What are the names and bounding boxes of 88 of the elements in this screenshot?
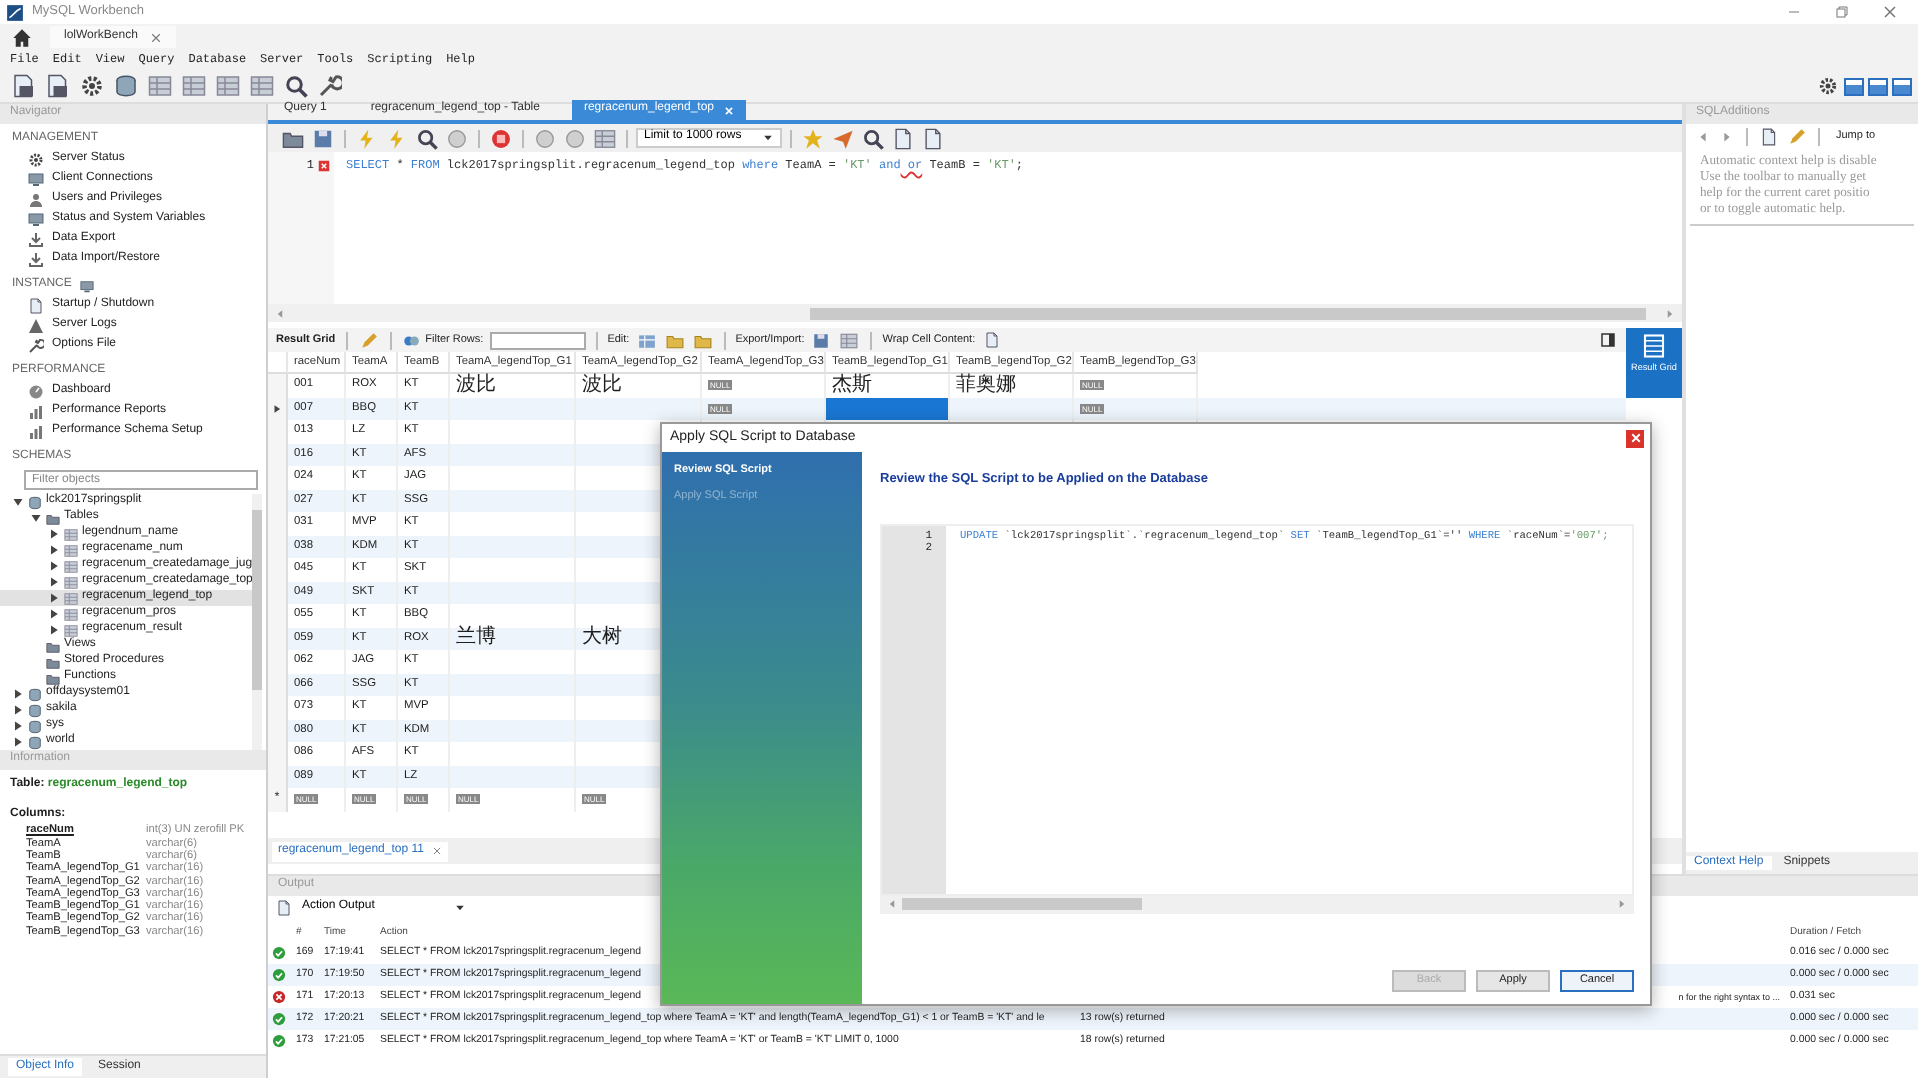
folder-icon — [46, 511, 60, 525]
document-icon — [1760, 127, 1778, 145]
caret-icon — [761, 132, 774, 144]
panel-toggle-button[interactable] — [1598, 330, 1618, 350]
person-icon — [28, 192, 44, 208]
table-icon — [148, 74, 172, 98]
back-arrow-icon — [886, 898, 898, 911]
table-cell: 大树 — [582, 626, 622, 651]
search-icon — [284, 74, 308, 98]
toolbar-button[interactable] — [44, 72, 72, 100]
close-icon — [1882, 4, 1898, 20]
close-icon — [431, 846, 442, 856]
star-icon — [801, 127, 824, 149]
toolbar-button[interactable] — [10, 72, 38, 100]
search-icon — [861, 127, 884, 149]
close-icon — [724, 105, 735, 115]
expand-arrow-icon — [272, 403, 282, 414]
table-cell: 兰博 — [456, 626, 496, 651]
table-icon — [594, 127, 616, 149]
close-icon — [1629, 432, 1641, 444]
monitor-icon — [79, 279, 94, 293]
toolbar-button[interactable] — [889, 125, 916, 151]
restore-icon — [1834, 4, 1850, 20]
warning-icon — [28, 318, 44, 334]
chart-icon — [28, 424, 44, 440]
toolbar-button[interactable] — [282, 72, 310, 100]
circle-icon — [534, 127, 556, 149]
filter-icon — [401, 331, 420, 349]
forward-arrow-icon — [1664, 307, 1676, 319]
table-icon — [216, 74, 240, 98]
table-icon — [840, 331, 859, 349]
table-cell: 杰斯 — [832, 373, 872, 398]
home-icon — [12, 27, 32, 47]
gear-icon — [28, 152, 44, 168]
panel-toggle-button[interactable] — [1844, 77, 1864, 95]
close-button[interactable] — [1626, 429, 1644, 447]
circle-icon — [446, 127, 468, 149]
table-cell: 菲奥娜 — [956, 373, 1016, 398]
close-icon — [149, 31, 162, 43]
circle-icon — [564, 127, 586, 149]
panel-toggle-button[interactable] — [1892, 77, 1912, 95]
document-icon — [276, 900, 292, 916]
download-icon — [28, 252, 44, 268]
wrench-icon — [28, 338, 44, 354]
database-icon — [114, 74, 138, 98]
back-arrow-icon — [274, 307, 286, 319]
toolbar-button[interactable] — [919, 125, 946, 151]
caret-icon — [454, 902, 467, 914]
grid-icon — [1642, 334, 1666, 358]
forward-arrow-icon — [1720, 129, 1734, 143]
filter-rows-field[interactable] — [489, 331, 586, 349]
app-logo-icon — [6, 3, 24, 21]
database-icon — [28, 495, 42, 509]
toolbar-button[interactable] — [488, 125, 514, 151]
toolbar-button[interactable] — [78, 72, 106, 100]
toolbar-button[interactable] — [1758, 125, 1780, 147]
toolbar-button[interactable] — [859, 125, 886, 151]
toolbar-button[interactable] — [810, 329, 833, 351]
download-icon — [28, 232, 44, 248]
stop-icon — [490, 127, 512, 149]
toolbar-button[interactable] — [414, 125, 440, 151]
close-button[interactable] — [1882, 4, 1898, 20]
forward-arrow-icon — [1616, 898, 1628, 911]
home-button[interactable] — [10, 25, 34, 49]
toolbar-button[interactable] — [112, 72, 140, 100]
monitor-icon — [28, 212, 44, 228]
panel-icon — [1600, 332, 1616, 348]
active-cell[interactable] — [826, 397, 950, 420]
search-icon — [416, 127, 438, 149]
monitor-icon — [28, 172, 44, 188]
gear-icon — [1818, 76, 1838, 96]
toolbar-button[interactable] — [310, 125, 336, 151]
back-arrow-icon — [1696, 129, 1710, 143]
settings-button[interactable] — [1816, 74, 1840, 98]
gauge-icon — [28, 384, 44, 400]
horizontal-scrollbar[interactable] — [268, 304, 1682, 322]
chart-icon — [28, 404, 44, 420]
vertical-scrollbar[interactable] — [252, 494, 262, 750]
gear-icon — [80, 74, 104, 98]
document-icon — [28, 298, 44, 314]
table-cell: 波比 — [582, 373, 622, 398]
table-cell: 波比 — [456, 373, 496, 398]
toolbar-button[interactable] — [316, 72, 344, 100]
table-icon — [182, 74, 206, 98]
wrench-icon — [318, 74, 342, 98]
panel-toggle-button[interactable] — [1868, 77, 1888, 95]
table-icon — [250, 74, 274, 98]
restore-button[interactable] — [1834, 4, 1850, 20]
